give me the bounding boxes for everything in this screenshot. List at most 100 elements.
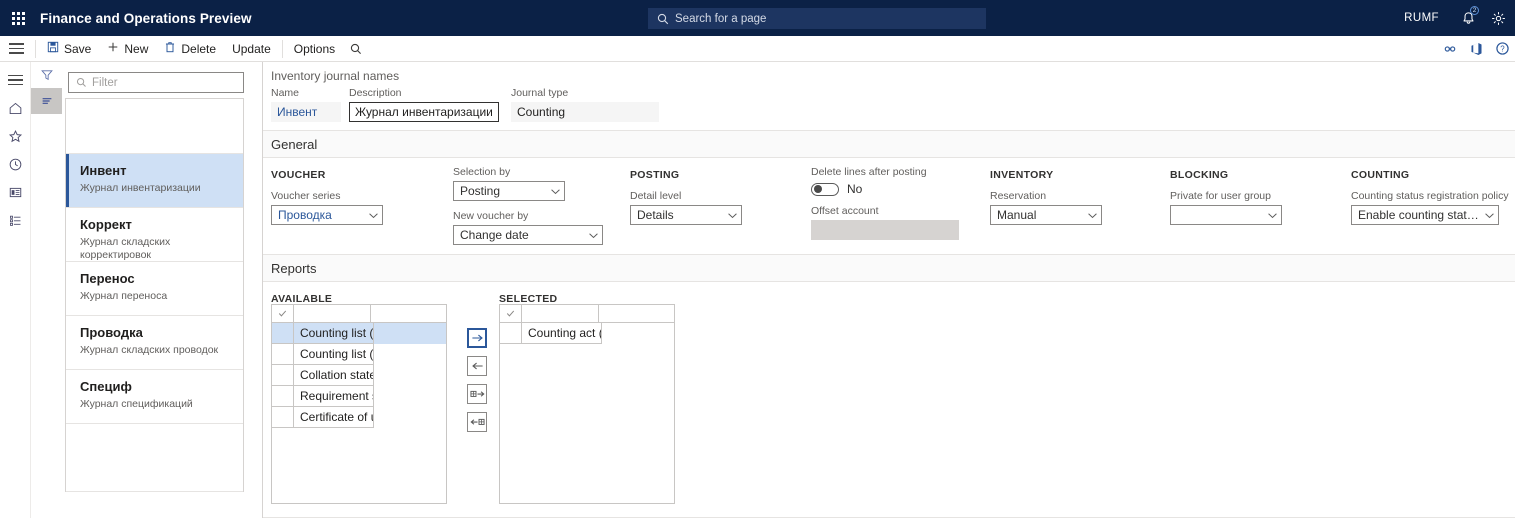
checkmark-icon (500, 305, 522, 322)
offset-account-input[interactable] (811, 220, 959, 240)
list-item[interactable]: Коррект Журнал складских корректировок (66, 208, 243, 262)
counting-policy-select[interactable]: Enable counting status regist... (1351, 205, 1499, 225)
row-checkbox[interactable] (272, 344, 294, 365)
recent-button[interactable] (0, 150, 31, 178)
global-search-input[interactable]: Search for a page (648, 8, 986, 29)
office-button[interactable] (1463, 36, 1489, 61)
save-label: Save (64, 41, 92, 56)
links-icon (1444, 45, 1456, 52)
list-item[interactable]: Проводка Журнал складских проводок (66, 316, 243, 370)
save-icon (47, 41, 59, 56)
options-label: Options (293, 41, 336, 56)
row-checkbox[interactable] (500, 323, 522, 344)
name-input[interactable]: Инвент (271, 102, 341, 122)
voucher-group-header: VOUCHER (271, 169, 326, 181)
list-item[interactable]: Counting list (INV-5) (272, 323, 446, 344)
modules-button[interactable] (0, 206, 31, 234)
list-item[interactable]: Counting list (INV-3) (272, 344, 446, 365)
list-item-label: Counting list (INV-5) (294, 323, 374, 344)
notification-count-badge: 2 (1470, 6, 1479, 15)
voucher-series-select[interactable]: Проводка (271, 205, 383, 225)
help-button[interactable]: ? (1489, 36, 1515, 61)
reports-section-header[interactable]: Reports (263, 254, 1515, 282)
filter-tool-button[interactable] (31, 62, 62, 88)
favorites-button[interactable] (0, 122, 31, 150)
company-selector[interactable]: RUMF (1404, 12, 1439, 24)
home-icon (9, 102, 22, 114)
update-button[interactable]: Update (224, 36, 279, 61)
new-voucher-by-select[interactable]: Change date (453, 225, 603, 245)
list-item-subtitle: Журнал спецификаций (80, 398, 193, 410)
filter-placeholder: Filter (92, 76, 118, 89)
row-checkbox[interactable] (272, 407, 294, 428)
new-label: New (124, 41, 149, 56)
list-item[interactable]: Collation statement (272, 365, 446, 386)
counting-group: COUNTING Counting status registration po… (1351, 169, 1509, 225)
navpane-tools (31, 62, 62, 518)
page-title: Inventory journal names (271, 69, 400, 83)
row-checkbox[interactable] (272, 323, 294, 344)
sort-tool-button[interactable] (31, 88, 62, 114)
counting-policy-value: Enable counting status regist... (1358, 208, 1481, 222)
selection-by-value: Posting (460, 184, 501, 198)
journal-list-pane: Filter Инвент Журнал инвентаризации Корр… (31, 62, 263, 518)
chevron-down-icon (588, 232, 599, 239)
journal-type-input[interactable]: Counting (511, 102, 659, 122)
list-item[interactable]: Counting act (INV-6) (500, 323, 674, 344)
counting-policy-label: Counting status registration policy (1351, 190, 1509, 202)
list-item-label: Collation statement (294, 365, 374, 386)
delete-lines-value: No (847, 182, 863, 196)
app-launcher-icon[interactable] (0, 0, 36, 36)
available-list[interactable]: Counting list (INV-5) Counting list (INV… (271, 304, 447, 504)
toolbar-divider (35, 39, 36, 58)
action-pane-toolbar: Save New Delete Update Options ? (0, 36, 1515, 62)
workspace-icon (9, 187, 22, 197)
hamburger-icon[interactable] (0, 36, 32, 61)
inventory-group-header: INVENTORY (990, 169, 1054, 181)
delete-lines-label: Delete lines after posting (811, 166, 927, 178)
move-all-right-button[interactable] (467, 384, 487, 404)
filter-input[interactable]: Filter (68, 72, 244, 93)
workspaces-button[interactable] (0, 178, 31, 206)
gear-icon (1491, 11, 1505, 25)
list-item[interactable]: Специф Журнал спецификаций (66, 370, 243, 424)
selected-list[interactable]: Counting act (INV-6) (499, 304, 675, 504)
detail-level-select[interactable]: Details (630, 205, 742, 225)
name-label: Name (271, 87, 300, 99)
new-button[interactable]: New (99, 36, 156, 61)
description-input[interactable]: Журнал инвентаризации (349, 102, 499, 122)
detail-level-label: Detail level (630, 190, 682, 202)
nav-menu-button[interactable] (0, 66, 31, 94)
reservation-select[interactable]: Manual (990, 205, 1102, 225)
description-label: Description (349, 87, 402, 99)
settings-button[interactable] (1483, 0, 1513, 36)
save-button[interactable]: Save (39, 36, 99, 61)
list-item[interactable]: Certificate of unservice... (272, 407, 446, 428)
delete-label: Delete (181, 41, 217, 56)
list-item-label: Counting list (INV-3) (294, 344, 374, 365)
move-all-left-button[interactable] (467, 412, 487, 432)
row-checkbox[interactable] (272, 365, 294, 386)
move-left-button[interactable] (467, 356, 487, 376)
reservation-value: Manual (997, 208, 1037, 222)
list-item[interactable]: Requirement slip (272, 386, 446, 407)
links-button[interactable] (1437, 36, 1463, 61)
detail-level-value: Details (637, 208, 674, 222)
notifications-button[interactable]: 2 (1453, 0, 1483, 36)
list-item[interactable]: Инвент Журнал инвентаризации (66, 154, 243, 208)
clock-icon (9, 158, 22, 170)
options-button[interactable]: Options (286, 36, 343, 61)
move-right-button[interactable] (467, 328, 487, 348)
private-group-select[interactable] (1170, 205, 1282, 225)
list-item[interactable]: Перенос Журнал переноса (66, 262, 243, 316)
general-section-header[interactable]: General (263, 130, 1515, 158)
row-checkbox[interactable] (272, 386, 294, 407)
selection-by-select[interactable]: Posting (453, 181, 565, 201)
voucher-group: VOUCHER Voucher series Проводка (271, 169, 383, 225)
delete-button[interactable]: Delete (156, 36, 224, 61)
home-button[interactable] (0, 94, 31, 122)
delete-lines-toggle[interactable] (811, 182, 839, 196)
global-search-placeholder: Search for a page (675, 12, 767, 25)
toolbar-search-button[interactable] (343, 36, 369, 61)
list-blank-row (66, 99, 243, 154)
